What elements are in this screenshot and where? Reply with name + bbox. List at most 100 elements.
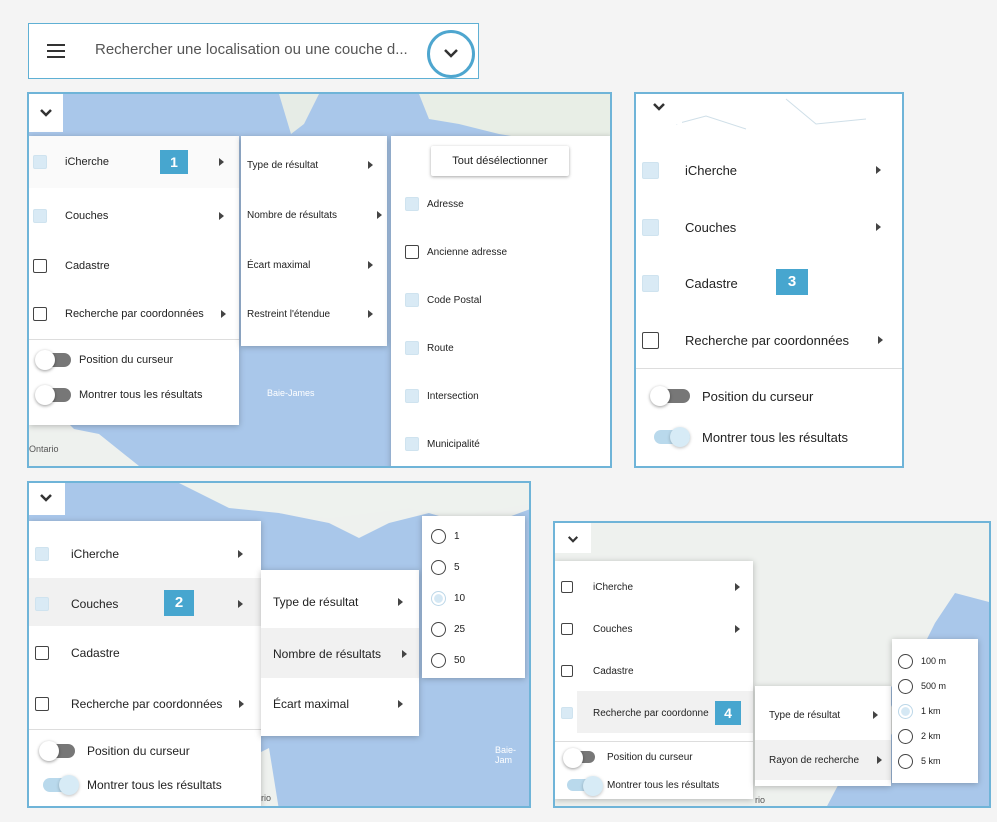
couches-checkbox[interactable] bbox=[561, 623, 573, 635]
menu-item-icherche[interactable]: iCherche bbox=[29, 154, 239, 170]
nombre-resultats-radio[interactable] bbox=[431, 528, 446, 544]
submenu-item-nombre-resultats[interactable]: Nombre de résultats bbox=[241, 208, 387, 222]
deselect-all-button[interactable]: Tout désélectionner bbox=[431, 146, 569, 176]
icherche-checkbox[interactable] bbox=[561, 581, 573, 593]
nombre-resultats-option[interactable]: 50 bbox=[422, 652, 525, 668]
collapse-menu-button[interactable] bbox=[555, 523, 591, 553]
position-curseur-toggle[interactable] bbox=[35, 350, 71, 370]
rayon-label: 5 km bbox=[921, 756, 941, 766]
menu-item-recherche-coord[interactable]: Recherche par coordonnées bbox=[29, 696, 261, 712]
nombre-resultats-option[interactable]: 5 bbox=[422, 559, 525, 575]
type-resultat-checkbox[interactable] bbox=[405, 197, 419, 211]
rayon-option[interactable]: 1 km bbox=[892, 703, 978, 719]
menu-item-couches[interactable]: Couches bbox=[555, 622, 753, 636]
menu-item-icherche[interactable]: iCherche bbox=[555, 580, 753, 594]
position-curseur-toggle[interactable] bbox=[563, 748, 595, 768]
collapse-menu-button[interactable] bbox=[29, 483, 65, 515]
expand-options-button[interactable] bbox=[427, 30, 475, 78]
rayon-radio[interactable] bbox=[898, 728, 913, 744]
montrer-tous-toggle[interactable] bbox=[567, 776, 603, 796]
recherche-coord-checkbox[interactable] bbox=[33, 307, 47, 321]
menu-item-cadastre[interactable]: Cadastre bbox=[29, 258, 239, 274]
montrer-tous-toggle[interactable] bbox=[35, 385, 71, 405]
collapse-menu-button[interactable] bbox=[29, 94, 63, 132]
menu-item-cadastre[interactable]: Cadastre bbox=[29, 645, 261, 661]
toggle-montrer-tous[interactable]: Montrer tous les résultats bbox=[555, 776, 753, 796]
type-resultat-checkbox[interactable] bbox=[405, 341, 419, 355]
nombre-resultats-radio[interactable] bbox=[431, 621, 446, 637]
menu-item-recherche-coord[interactable]: Recherche par coordonnées bbox=[636, 331, 902, 349]
rayon-option[interactable]: 5 km bbox=[892, 753, 978, 769]
menu-item-cadastre[interactable]: Cadastre bbox=[636, 274, 902, 292]
type-resultat-checkbox[interactable] bbox=[405, 245, 419, 259]
recherche-coord-checkbox[interactable] bbox=[642, 331, 659, 349]
couches-checkbox[interactable] bbox=[35, 597, 49, 611]
rayon-radio[interactable] bbox=[898, 678, 913, 694]
type-resultat-checkbox[interactable] bbox=[405, 437, 419, 451]
menu-item-recherche-coord[interactable]: Recherche par coordonnées bbox=[29, 306, 239, 322]
submenu-item-type-resultat[interactable]: Type de résultat bbox=[241, 158, 387, 172]
montrer-tous-toggle[interactable] bbox=[654, 427, 690, 447]
icherche-checkbox[interactable] bbox=[35, 547, 49, 561]
menu-item-couches[interactable]: Couches bbox=[29, 208, 239, 224]
rayon-radio[interactable] bbox=[898, 753, 913, 769]
couches-checkbox[interactable] bbox=[642, 218, 659, 236]
nombre-resultats-radio[interactable] bbox=[431, 652, 446, 668]
icherche-checkbox[interactable] bbox=[33, 155, 47, 169]
nombre-resultats-option[interactable]: 25 bbox=[422, 621, 525, 637]
cadastre-checkbox[interactable] bbox=[33, 259, 47, 273]
rayon-option[interactable]: 2 km bbox=[892, 728, 978, 744]
type-resultat-checkbox[interactable] bbox=[405, 293, 419, 307]
position-curseur-toggle[interactable] bbox=[39, 741, 75, 761]
recherche-coord-checkbox[interactable] bbox=[561, 707, 573, 719]
nombre-resultats-radio[interactable] bbox=[431, 559, 446, 575]
icherche-checkbox[interactable] bbox=[642, 161, 659, 179]
toggle-position-curseur[interactable]: Position du curseur bbox=[555, 748, 753, 768]
cadastre-checkbox[interactable] bbox=[561, 665, 573, 677]
couches-checkbox[interactable] bbox=[33, 209, 47, 223]
menu-item-icherche[interactable]: iCherche bbox=[29, 546, 261, 562]
submenu-item-ecart-maximal[interactable]: Écart maximal bbox=[261, 696, 419, 712]
toggle-montrer-tous[interactable]: Montrer tous les résultats bbox=[29, 775, 261, 795]
menu-item-couches[interactable]: Couches bbox=[29, 596, 261, 612]
toggle-position-curseur[interactable]: Position du curseur bbox=[29, 350, 239, 370]
rayon-option[interactable]: 100 m bbox=[892, 653, 978, 669]
submenu-item-ecart-maximal[interactable]: Écart maximal bbox=[241, 258, 387, 272]
cadastre-checkbox[interactable] bbox=[35, 646, 49, 660]
nombre-resultats-option[interactable]: 1 bbox=[422, 528, 525, 544]
type-resultat-option[interactable]: Route bbox=[391, 340, 610, 356]
type-resultat-option[interactable]: Ancienne adresse bbox=[391, 244, 610, 260]
type-resultat-option[interactable]: Code Postal bbox=[391, 292, 610, 308]
submenu-item-nombre-resultats[interactable]: Nombre de résultats bbox=[261, 646, 419, 662]
position-curseur-toggle[interactable] bbox=[650, 386, 690, 406]
type-resultat-option[interactable]: Municipalité bbox=[391, 436, 610, 452]
menu-item-couches[interactable]: Couches bbox=[636, 218, 902, 236]
menu-item-cadastre[interactable]: Cadastre bbox=[555, 664, 753, 678]
nombre-resultats-option[interactable]: 10 bbox=[422, 590, 525, 606]
type-resultat-option[interactable]: Adresse bbox=[391, 196, 610, 212]
hamburger-menu-icon[interactable] bbox=[47, 44, 65, 58]
cadastre-checkbox[interactable] bbox=[642, 274, 659, 292]
toggle-position-curseur[interactable]: Position du curseur bbox=[636, 386, 902, 406]
recherche-coord-checkbox[interactable] bbox=[35, 697, 49, 711]
type-resultat-checkbox[interactable] bbox=[405, 389, 419, 403]
rayon-option[interactable]: 500 m bbox=[892, 678, 978, 694]
nombre-resultats-radio[interactable] bbox=[431, 590, 446, 606]
search-input[interactable]: Rechercher une localisation ou une couch… bbox=[95, 41, 408, 58]
toggle-montrer-tous[interactable]: Montrer tous les résultats bbox=[636, 427, 902, 447]
toggle-position-curseur[interactable]: Position du curseur bbox=[29, 741, 261, 761]
rayon-radio[interactable] bbox=[898, 703, 913, 719]
submenu-item-type-resultat[interactable]: Type de résultat bbox=[755, 708, 891, 722]
step-badge-4: 4 bbox=[715, 701, 741, 725]
menu-item-icherche[interactable]: iCherche bbox=[636, 161, 902, 179]
montrer-tous-toggle[interactable] bbox=[43, 775, 79, 795]
submenu-item-restreint-etendue[interactable]: Restreint l'étendue bbox=[241, 307, 387, 321]
type-resultat-panel: Tout désélectionner Adresse Ancienne adre… bbox=[391, 136, 610, 466]
submenu-item-type-resultat[interactable]: Type de résultat bbox=[261, 594, 419, 610]
collapse-menu-button[interactable] bbox=[636, 94, 682, 124]
submenu-item-rayon-recherche[interactable]: Rayon de recherche bbox=[755, 753, 891, 767]
rayon-radio[interactable] bbox=[898, 653, 913, 669]
toggle-montrer-tous[interactable]: Montrer tous les résultats bbox=[29, 385, 239, 405]
menu-item-label: Recherche par coordonne bbox=[593, 707, 709, 719]
type-resultat-option[interactable]: Intersection bbox=[391, 388, 610, 404]
